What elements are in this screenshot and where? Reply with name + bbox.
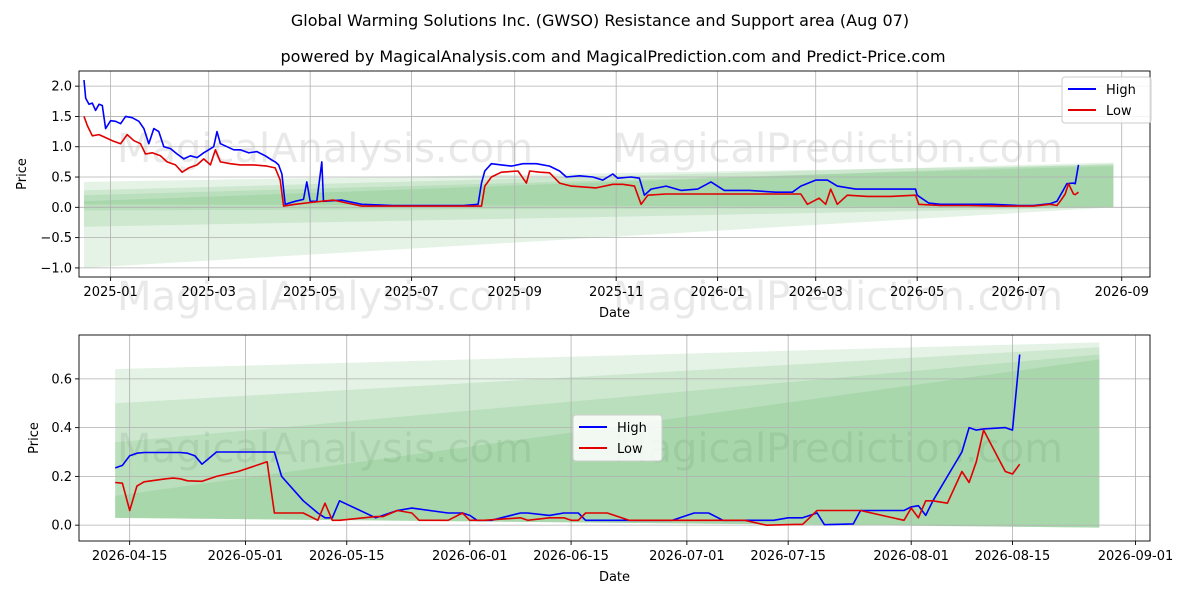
y-tick-label: 0.0 <box>51 201 72 216</box>
legend-label-high: High <box>617 421 647 436</box>
y-tick-label: 1.5 <box>51 110 72 125</box>
y-tick-label: −0.5 <box>40 231 72 246</box>
x-tick-label: 2026-08-15 <box>975 549 1051 564</box>
y-tick-label: 0.6 <box>51 372 72 387</box>
x-tick-label: 2026-08-01 <box>873 549 949 564</box>
chart-title: Global Warming Solutions Inc. (GWSO) Res… <box>291 11 909 30</box>
x-tick-label: 2026-07-15 <box>750 549 826 564</box>
x-axis-label: Date <box>599 306 630 321</box>
y-tick-label: 0.4 <box>51 421 72 436</box>
legend: High Low <box>1061 76 1152 124</box>
x-tick-label: 2026-06-15 <box>533 549 609 564</box>
x-tick-label: 2026-05-15 <box>309 549 385 564</box>
panel-1: MagicalAnalysis.com MagicalPrediction.com… <box>15 70 1152 321</box>
y-axis-label: Price <box>27 422 42 454</box>
y-axis-label: Price <box>15 158 30 190</box>
panel-2: MagicalAnalysis.com MagicalPrediction.com… <box>27 334 1174 585</box>
x-tick-label: 2026-09-01 <box>1098 549 1174 564</box>
legend-label-low: Low <box>617 442 643 457</box>
x-tick-label: 2026-09 <box>1095 285 1149 300</box>
x-tick-label: 2026-05 <box>890 285 944 300</box>
x-tick-label: 2025-09 <box>488 285 542 300</box>
legend-label-low: Low <box>1106 104 1132 119</box>
x-tick-label: 2026-03 <box>789 285 843 300</box>
watermark-text: MagicalAnalysis.com <box>117 126 533 172</box>
x-tick-label: 2025-01 <box>83 285 137 300</box>
y-tick-label: 0.2 <box>51 470 72 485</box>
watermark-text: MagicalPrediction.com <box>613 126 1063 172</box>
y-tick-label: 1.0 <box>51 140 72 155</box>
x-axis-label: Date <box>599 570 630 585</box>
x-tick-label: 2025-05 <box>283 285 337 300</box>
x-tick-label: 2026-07-01 <box>649 549 725 564</box>
x-tick-label: 2026-06-01 <box>432 549 508 564</box>
legend-label-high: High <box>1106 83 1136 98</box>
y-tick-label: 2.0 <box>51 80 72 95</box>
x-tick-label: 2025-03 <box>182 285 236 300</box>
x-tick-label: 2026-04-15 <box>92 549 168 564</box>
y-tick-label: 0.5 <box>51 171 72 186</box>
legend: High Low <box>572 414 663 462</box>
x-tick-label: 2026-07 <box>991 285 1045 300</box>
x-tick-label: 2025-07 <box>384 285 438 300</box>
chart-canvas: Global Warming Solutions Inc. (GWSO) Res… <box>15 11 1174 585</box>
chart-subtitle: powered by MagicalAnalysis.com and Magic… <box>280 47 945 66</box>
x-tick-label: 2026-01 <box>690 285 744 300</box>
y-tick-label: 0.0 <box>51 519 72 534</box>
y-tick-label: −1.0 <box>40 261 72 276</box>
x-tick-label: 2025-11 <box>589 285 643 300</box>
x-tick-label: 2026-05-01 <box>208 549 284 564</box>
